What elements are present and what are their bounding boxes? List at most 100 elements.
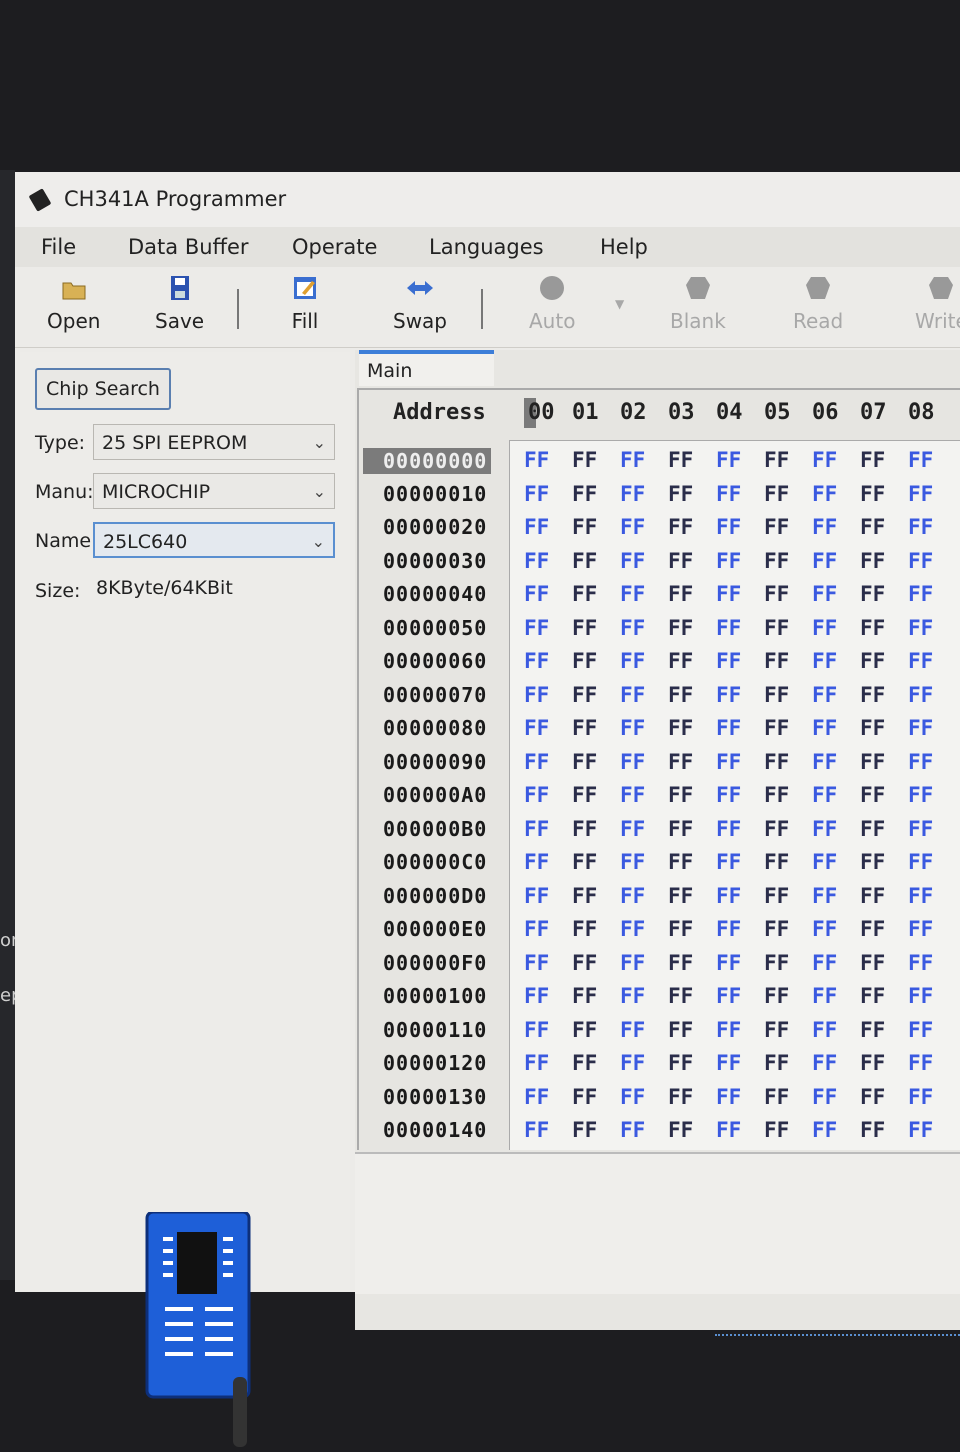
hex-byte-cell[interactable]: FF (572, 984, 597, 1008)
hex-byte-cell[interactable]: FF (812, 984, 837, 1008)
hex-byte-cell[interactable]: FF (620, 1018, 645, 1042)
hex-byte-cell[interactable]: FF (524, 917, 549, 941)
hex-byte-cell[interactable]: FF (908, 951, 933, 975)
hex-byte-cell[interactable]: FF (908, 582, 933, 606)
hex-byte-cell[interactable]: FF (764, 917, 789, 941)
hex-byte-cell[interactable]: FF (524, 582, 549, 606)
hex-byte-cell[interactable]: FF (668, 1085, 693, 1109)
hex-byte-cell[interactable]: FF (764, 683, 789, 707)
hex-byte-cell[interactable]: FF (812, 1118, 837, 1142)
hex-byte-cell[interactable]: FF (668, 1018, 693, 1042)
hex-byte-cell[interactable]: FF (668, 817, 693, 841)
hex-byte-cell[interactable]: FF (812, 448, 837, 472)
row-address[interactable]: 00000080 (383, 716, 487, 740)
hex-byte-cell[interactable]: FF (572, 482, 597, 506)
hex-byte-cell[interactable]: FF (572, 683, 597, 707)
hex-byte-cell[interactable]: FF (572, 1051, 597, 1075)
hex-byte-cell[interactable]: FF (524, 750, 549, 774)
hex-byte-cell[interactable]: FF (812, 482, 837, 506)
hex-byte-cell[interactable]: FF (764, 448, 789, 472)
hex-byte-cell[interactable]: FF (812, 951, 837, 975)
hex-byte-cell[interactable]: FF (860, 515, 885, 539)
hex-byte-cell[interactable]: FF (812, 750, 837, 774)
hex-byte-cell[interactable]: FF (908, 716, 933, 740)
row-address[interactable]: 000000A0 (383, 783, 487, 807)
hex-byte-cell[interactable]: FF (620, 448, 645, 472)
hex-byte-cell[interactable]: FF (764, 783, 789, 807)
hex-byte-cell[interactable]: FF (860, 951, 885, 975)
hex-byte-cell[interactable]: FF (572, 750, 597, 774)
hex-byte-cell[interactable]: FF (860, 649, 885, 673)
hex-byte-cell[interactable]: FF (812, 850, 837, 874)
hex-byte-cell[interactable]: FF (764, 1018, 789, 1042)
hex-byte-cell[interactable]: FF (860, 549, 885, 573)
hex-byte-cell[interactable]: FF (572, 549, 597, 573)
hex-byte-cell[interactable]: FF (908, 750, 933, 774)
hex-byte-cell[interactable]: FF (524, 716, 549, 740)
save-button[interactable]: Save (155, 273, 204, 333)
hex-byte-cell[interactable]: FF (764, 649, 789, 673)
hex-byte-cell[interactable]: FF (716, 1118, 741, 1142)
hex-byte-cell[interactable]: FF (572, 616, 597, 640)
hex-byte-cell[interactable]: FF (812, 582, 837, 606)
hex-byte-cell[interactable]: FF (572, 884, 597, 908)
hex-byte-cell[interactable]: FF (812, 1018, 837, 1042)
row-address[interactable]: 000000F0 (383, 951, 487, 975)
hex-byte-cell[interactable]: FF (812, 616, 837, 640)
hex-byte-cell[interactable]: FF (716, 515, 741, 539)
hex-byte-cell[interactable]: FF (764, 716, 789, 740)
hex-byte-cell[interactable]: FF (764, 582, 789, 606)
hex-byte-cell[interactable]: FF (668, 750, 693, 774)
row-address[interactable]: 00000090 (383, 750, 487, 774)
hex-byte-cell[interactable]: FF (812, 817, 837, 841)
hex-byte-cell[interactable]: FF (716, 549, 741, 573)
hex-byte-cell[interactable]: FF (908, 616, 933, 640)
hex-byte-cell[interactable]: FF (908, 683, 933, 707)
row-address[interactable]: 000000E0 (383, 917, 487, 941)
hex-byte-cell[interactable]: FF (572, 582, 597, 606)
hex-byte-cell[interactable]: FF (668, 984, 693, 1008)
hex-byte-cell[interactable]: FF (524, 515, 549, 539)
hex-byte-cell[interactable]: FF (716, 984, 741, 1008)
hex-byte-cell[interactable]: FF (572, 515, 597, 539)
hex-byte-cell[interactable]: FF (860, 850, 885, 874)
row-address[interactable]: 00000060 (383, 649, 487, 673)
hex-byte-cell[interactable]: FF (764, 482, 789, 506)
hex-byte-cell[interactable]: FF (716, 716, 741, 740)
row-address[interactable]: 00000130 (383, 1085, 487, 1109)
type-select[interactable]: 25 SPI EEPROM ⌄ (93, 424, 335, 460)
hex-byte-cell[interactable]: FF (620, 482, 645, 506)
row-address[interactable]: 000000C0 (383, 850, 487, 874)
hex-byte-cell[interactable]: FF (908, 817, 933, 841)
hex-byte-cell[interactable]: FF (572, 817, 597, 841)
hex-byte-cell[interactable]: FF (716, 582, 741, 606)
hex-byte-cell[interactable]: FF (668, 616, 693, 640)
hex-byte-cell[interactable]: FF (860, 917, 885, 941)
hex-byte-cell[interactable]: FF (860, 482, 885, 506)
row-address[interactable]: 000000D0 (383, 884, 487, 908)
fill-button[interactable]: Fill (290, 273, 320, 333)
hex-byte-cell[interactable]: FF (524, 1118, 549, 1142)
hex-byte-cell[interactable]: FF (716, 917, 741, 941)
hex-byte-cell[interactable]: FF (620, 716, 645, 740)
row-address[interactable]: 00000040 (383, 582, 487, 606)
auto-dropdown-arrow[interactable]: ▼ (615, 297, 624, 311)
hex-byte-cell[interactable]: FF (764, 549, 789, 573)
hex-byte-cell[interactable]: FF (908, 984, 933, 1008)
hex-byte-cell[interactable]: FF (620, 850, 645, 874)
hex-byte-cell[interactable]: FF (668, 951, 693, 975)
hex-byte-cell[interactable]: FF (908, 917, 933, 941)
swap-button[interactable]: Swap (393, 273, 447, 333)
hex-byte-cell[interactable]: FF (908, 1085, 933, 1109)
hex-byte-cell[interactable]: FF (668, 783, 693, 807)
hex-byte-cell[interactable]: FF (764, 850, 789, 874)
hex-byte-cell[interactable]: FF (572, 850, 597, 874)
hex-byte-cell[interactable]: FF (908, 515, 933, 539)
hex-byte-cell[interactable]: FF (764, 750, 789, 774)
hex-byte-cell[interactable]: FF (524, 817, 549, 841)
hex-byte-cell[interactable]: FF (716, 1085, 741, 1109)
hex-byte-cell[interactable]: FF (908, 649, 933, 673)
write-button[interactable]: Write (915, 273, 960, 333)
hex-byte-cell[interactable]: FF (620, 582, 645, 606)
hex-byte-cell[interactable]: FF (620, 951, 645, 975)
